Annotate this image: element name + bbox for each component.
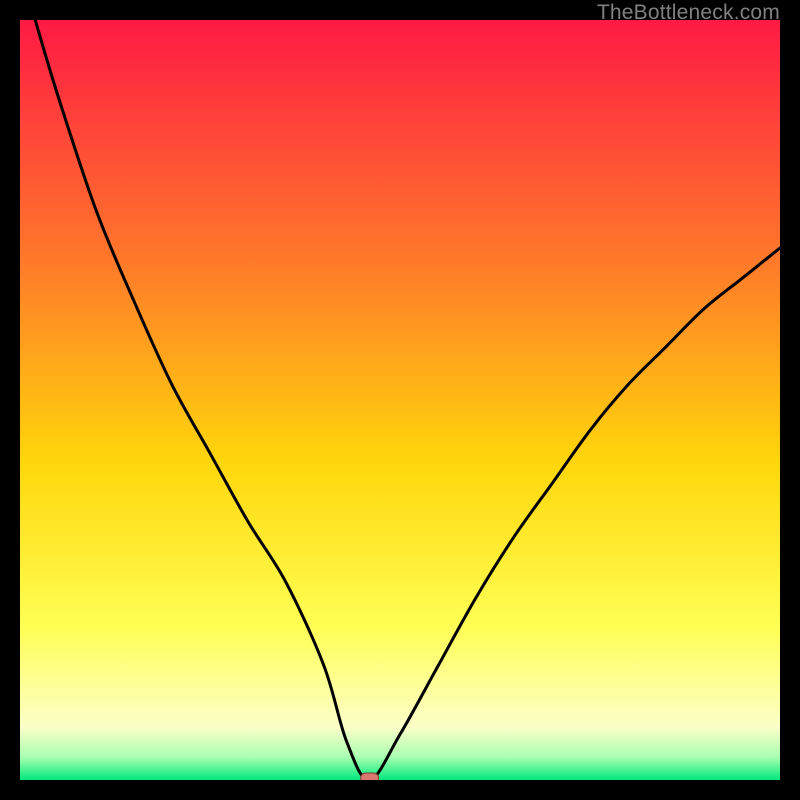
gradient-background bbox=[20, 20, 780, 780]
bottleneck-chart bbox=[20, 20, 780, 780]
minimum-marker bbox=[361, 773, 379, 780]
attribution-text: TheBottleneck.com bbox=[597, 1, 780, 25]
